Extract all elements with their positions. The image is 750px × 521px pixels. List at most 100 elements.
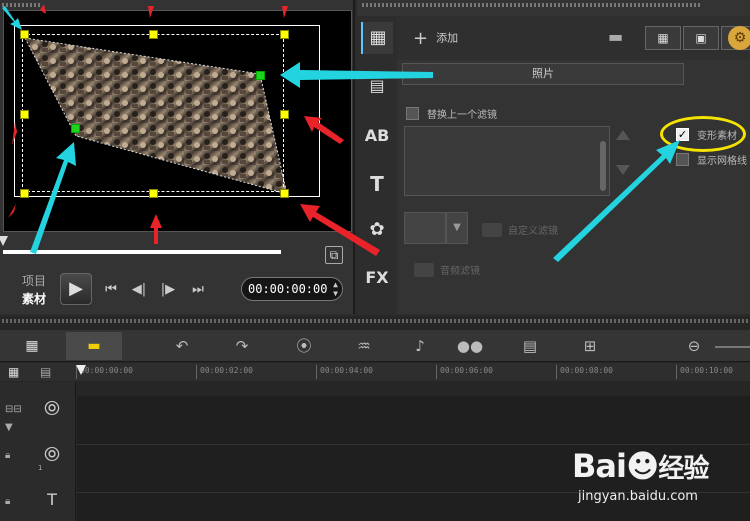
sound-mixer-icon[interactable]: ♒	[350, 334, 378, 358]
custom-filter-button[interactable]: 自定义滤镜	[482, 222, 558, 237]
project-mode-label[interactable]: 项目	[22, 272, 46, 289]
storyboard-view-icon[interactable]: ▦	[4, 332, 60, 360]
record-capture-icon[interactable]: ⦿	[290, 334, 318, 358]
track-divider	[77, 444, 750, 445]
resize-handle-right[interactable]	[280, 110, 289, 119]
filter-preset-thumbnail[interactable]	[404, 212, 446, 244]
motion-tracking-icon[interactable]: ●●	[456, 334, 484, 358]
fx-icon[interactable]: FX	[361, 262, 393, 294]
graphic-icon[interactable]: ✿	[361, 214, 393, 246]
folder-icon[interactable]: ▬	[608, 28, 630, 46]
timeline-toolbar: ▦ ▬ ↶ ↷ ⦿ ♒ ♪ ●● ▤ ⊞ ⊖	[0, 330, 750, 362]
library-top-bar: +添加 ▬ ▦ ▣ ♫	[397, 16, 750, 60]
library-side-tabs: ▦ ▤ AB T ✿ FX	[357, 16, 397, 314]
multi-camera-icon[interactable]: ⊞	[576, 334, 604, 358]
audio-filter-label: 音频滤镜	[440, 266, 480, 277]
media-icon[interactable]: ▦	[361, 22, 393, 54]
timecode-spinner-icon[interactable]: ▲ ▼	[333, 280, 338, 298]
show-grid-box[interactable]	[676, 153, 689, 166]
safe-frame-inner	[22, 34, 284, 192]
show-all-tracks-icon[interactable]: ▦	[8, 365, 19, 379]
lock-icon[interactable]: 🔒︎	[5, 496, 10, 507]
go-to-start-button[interactable]: ⏮	[100, 280, 122, 300]
panel-grip[interactable]	[2, 319, 748, 323]
subtitle-editor-icon[interactable]: ▤	[516, 334, 544, 358]
timecode-field[interactable]: 00:00:00:00 ▲ ▼	[241, 277, 343, 301]
audio-filter-button[interactable]: 音频滤镜	[414, 262, 480, 277]
ruler-tick: 00:00:10:00	[676, 365, 733, 379]
scrubber-knob[interactable]	[0, 236, 8, 246]
gear-icon[interactable]: ⚙	[728, 26, 750, 50]
ruler-tick: 00:00:06:00	[436, 365, 493, 379]
preview-panel: ⧉ 项目 素材 ▶ ⏮ ◀| |▶ ⏭ 00:00:00:00 ▲ ▼	[0, 0, 355, 314]
instant-project-icon[interactable]: ▤	[361, 70, 393, 102]
video-filter-icon[interactable]: ▦	[645, 26, 681, 50]
play-button[interactable]: ▶	[60, 273, 92, 305]
track-lock-icon[interactable]: ⊟⊟	[5, 404, 22, 415]
resize-handle-top[interactable]	[149, 30, 158, 39]
auto-music-icon[interactable]: ♪	[406, 334, 434, 358]
add-label: 添加	[436, 31, 459, 45]
chevron-down-icon[interactable]: ▼	[446, 212, 468, 244]
custom-filter-label: 自定义滤镜	[508, 226, 558, 237]
lock-icon[interactable]: 🔒︎	[5, 450, 10, 461]
add-button[interactable]: + 添加	[413, 28, 458, 49]
replace-filter-label: 替换上一个滤镜	[427, 110, 497, 121]
title-icon[interactable]: AB	[361, 120, 393, 152]
title-track-icon[interactable]: T	[40, 488, 64, 512]
panel-grip[interactable]	[2, 3, 42, 7]
filter-list-scrollbar[interactable]	[600, 141, 606, 191]
replace-filter-checkbox[interactable]: 替换上一个滤镜	[406, 106, 497, 121]
resize-handle-left[interactable]	[20, 110, 29, 119]
ruler-tick: 00:00:04:00	[316, 365, 373, 379]
photo-filter-icon[interactable]: ▣	[683, 26, 719, 50]
enlarge-preview-button[interactable]: ⧉	[325, 246, 343, 264]
watermark-url: jingyan.baidu.com	[578, 489, 698, 504]
zoom-slider[interactable]	[715, 346, 750, 348]
next-frame-button[interactable]: |▶	[157, 280, 179, 300]
track-manager-icon[interactable]: ▤	[40, 365, 51, 379]
track-number: 1	[38, 464, 43, 472]
timeline-ruler[interactable]: 00:00:00:00 00:00:02:00 00:00:04:00 00:0…	[76, 363, 750, 381]
resize-handle-bottom-right[interactable]	[280, 189, 289, 198]
ruler-tick: 00:00:02:00	[196, 365, 253, 379]
show-grid-checkbox[interactable]: 显示网格线	[676, 152, 747, 167]
highlight-annotation	[660, 116, 746, 152]
track-headers: ⊟⊟ ▼ ⦾ 🔒︎ ⦾ 1 🔒︎ T	[0, 382, 76, 521]
plus-icon: +	[413, 28, 429, 49]
move-filter-down-icon[interactable]	[616, 165, 630, 175]
paw-icon: ☻	[625, 447, 659, 485]
move-filter-up-icon[interactable]	[616, 130, 630, 140]
zoom-out-icon[interactable]: ⊖	[680, 334, 708, 358]
baidu-jingyan-watermark: Bai☻经验 jingyan.baidu.com	[572, 447, 742, 517]
undo-icon[interactable]: ↶	[168, 334, 196, 358]
text-icon[interactable]: T	[361, 168, 393, 200]
resize-handle-bottom[interactable]	[149, 189, 158, 198]
scrubber-track[interactable]	[3, 250, 281, 254]
tab-photo[interactable]: 照片	[402, 63, 684, 85]
deform-handle-top-right[interactable]	[256, 71, 265, 80]
watermark-logo-zh: 经验	[658, 454, 709, 484]
resize-handle-top-right[interactable]	[280, 30, 289, 39]
resize-handle-top-left[interactable]	[20, 30, 29, 39]
video-track-icon[interactable]: ⦾	[40, 396, 64, 420]
panel-grip[interactable]	[362, 3, 702, 7]
timecode-value: 00:00:00:00	[248, 282, 328, 296]
ruler-tick: 00:00:08:00	[556, 365, 613, 379]
deform-handle-bottom-left[interactable]	[71, 124, 80, 133]
custom-filter-icon	[482, 222, 502, 237]
go-to-end-button[interactable]: ⏭	[187, 280, 209, 300]
redo-icon[interactable]: ↷	[228, 334, 256, 358]
replace-filter-box[interactable]	[406, 107, 419, 120]
watermark-logo: Bai☻经验	[572, 447, 742, 485]
overlay-track-icon[interactable]: ⦾	[40, 442, 64, 466]
watermark-logo-latin: Bai	[572, 447, 627, 485]
clip-mode-label[interactable]: 素材	[22, 290, 46, 307]
resize-handle-bottom-left[interactable]	[20, 189, 29, 198]
timeline-view-icon[interactable]: ▬	[66, 332, 122, 360]
previous-frame-button[interactable]: ◀|	[128, 280, 150, 300]
collapse-icon[interactable]: ▼	[5, 422, 13, 433]
filter-list[interactable]	[404, 126, 610, 196]
playhead[interactable]	[76, 365, 86, 375]
app-window: ⧉ 项目 素材 ▶ ⏮ ◀| |▶ ⏭ 00:00:00:00 ▲ ▼ ▦ ▤ A…	[0, 0, 750, 521]
